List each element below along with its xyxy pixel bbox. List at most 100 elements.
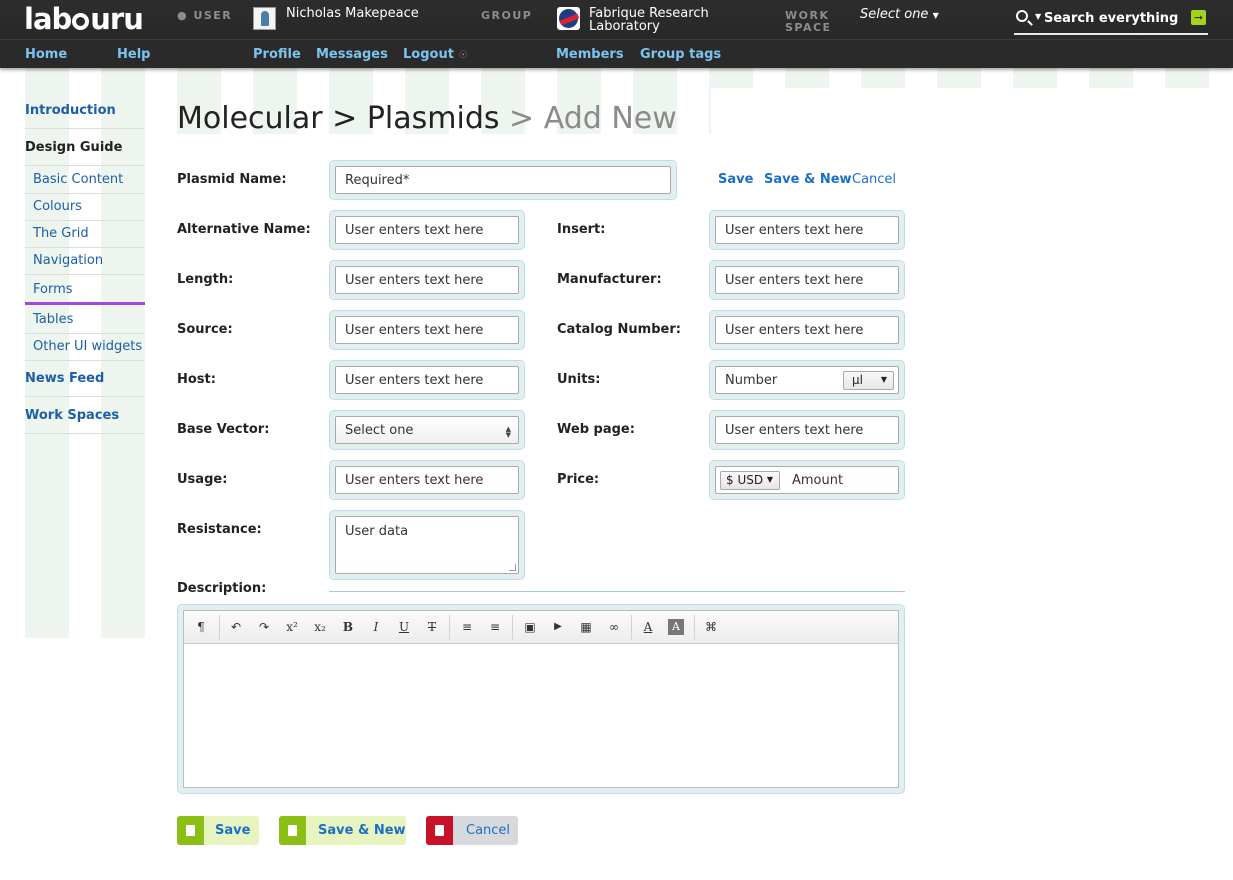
- alternative-name-input[interactable]: User enters text here: [335, 216, 519, 244]
- bold-icon[interactable]: B: [340, 619, 356, 635]
- host-input[interactable]: User enters text here: [335, 366, 519, 394]
- save-new-link[interactable]: Save & New: [764, 172, 852, 187]
- source-input[interactable]: User enters text here: [335, 316, 519, 344]
- bullet-list-icon[interactable]: ≡: [459, 619, 475, 635]
- workspace-select[interactable]: Select one ▼: [860, 7, 939, 22]
- currency-select[interactable]: $ USD ▼: [720, 471, 780, 490]
- cancel-button[interactable]: Cancel: [426, 816, 518, 845]
- alternative-name-frame: User enters text here: [329, 210, 525, 250]
- background-color-icon[interactable]: A: [668, 619, 684, 635]
- top-navigation-bar: lab uru ● USER Nicholas Makepeace GROUP F…: [0, 0, 1233, 68]
- sidebar-item-navigation[interactable]: Navigation: [33, 253, 103, 268]
- user-name[interactable]: Nicholas Makepeace: [286, 6, 419, 21]
- underline-icon[interactable]: U: [396, 619, 412, 635]
- toolbar-separator: [631, 615, 632, 640]
- insert-video-icon[interactable]: ▶: [550, 619, 566, 635]
- rich-text-editor-frame: ¶ ↶ ↷ x² x₂ B I U T ≡ ≡ ▣ ▶ ▦ ∞ A A ⌘: [177, 604, 905, 794]
- nav-group-tags[interactable]: Group tags: [640, 47, 721, 62]
- sidebar-divider: [25, 360, 145, 361]
- numbered-list-icon[interactable]: ≡: [487, 619, 503, 635]
- sidebar-divider: [25, 274, 145, 275]
- sidebar-design-guide[interactable]: Design Guide: [25, 140, 122, 155]
- save-new-button-label: Save & New: [318, 823, 406, 838]
- sidebar-introduction[interactable]: Introduction: [25, 103, 116, 118]
- nav-members[interactable]: Members: [556, 47, 624, 62]
- web-page-input[interactable]: User enters text here: [715, 416, 899, 444]
- save-button-label: Save: [215, 823, 251, 838]
- plasmid-name-input[interactable]: Required*: [335, 166, 671, 194]
- description-label: Description:: [177, 581, 267, 596]
- usage-input[interactable]: User enters text here: [335, 466, 519, 494]
- currency-value: $ USD: [726, 473, 764, 487]
- workspace-select-label: Select one: [860, 7, 929, 22]
- nav-messages[interactable]: Messages: [316, 47, 388, 62]
- description-divider: [329, 591, 905, 592]
- sidebar-item-tables[interactable]: Tables: [33, 312, 73, 327]
- grid-stripe: [937, 68, 981, 88]
- catalog-number-input[interactable]: User enters text here: [715, 316, 899, 344]
- manufacturer-input[interactable]: User enters text here: [715, 266, 899, 294]
- base-vector-select[interactable]: Select one ▲ ▼: [335, 416, 519, 444]
- units-frame: Number µl ▼: [709, 360, 905, 400]
- insert-table-icon[interactable]: ▦: [578, 619, 594, 635]
- insert-link-icon[interactable]: ∞: [606, 619, 622, 635]
- editor-toolbar: ¶ ↶ ↷ x² x₂ B I U T ≡ ≡ ▣ ▶ ▦ ∞ A A ⌘: [184, 611, 898, 644]
- breadcrumb-separator: >: [509, 101, 535, 136]
- user-avatar[interactable]: [253, 7, 276, 30]
- cancel-link[interactable]: Cancel: [852, 172, 896, 187]
- rich-text-editor: ¶ ↶ ↷ x² x₂ B I U T ≡ ≡ ▣ ▶ ▦ ∞ A A ⌘: [183, 610, 899, 788]
- sidebar-news-feed[interactable]: News Feed: [25, 371, 104, 386]
- unit-select[interactable]: µl ▼: [843, 371, 894, 390]
- redo-icon[interactable]: ↷: [256, 619, 272, 635]
- resistance-label: Resistance:: [177, 522, 262, 537]
- resize-handle-icon[interactable]: [509, 564, 516, 571]
- breadcrumb-plasmids[interactable]: Plasmids: [367, 101, 500, 136]
- sidebar-item-the-grid[interactable]: The Grid: [33, 226, 89, 241]
- group-name-line2[interactable]: Laboratory: [589, 19, 660, 34]
- search-options-icon[interactable]: ▼: [1035, 12, 1041, 21]
- sidebar-divider: [25, 193, 145, 194]
- grid-stripe: [709, 68, 753, 88]
- save-new-button[interactable]: Save & New: [279, 816, 406, 845]
- nav-profile[interactable]: Profile: [253, 47, 301, 62]
- search-go-icon[interactable]: ➞: [1191, 10, 1206, 25]
- sidebar-item-forms[interactable]: Forms: [33, 282, 73, 297]
- command-icon[interactable]: ⌘: [703, 619, 719, 635]
- paragraph-format-icon[interactable]: ¶: [193, 619, 209, 635]
- nav-logout[interactable]: Logout ☉: [403, 47, 467, 62]
- resistance-textarea[interactable]: User data: [335, 516, 519, 574]
- insert-image-icon[interactable]: ▣: [522, 619, 538, 635]
- grid-divider: [709, 88, 711, 134]
- search-box[interactable]: ▼ Search everything ➞: [1014, 8, 1208, 35]
- toolbar-separator: [449, 615, 450, 640]
- undo-icon[interactable]: ↶: [228, 619, 244, 635]
- sidebar-item-basic-content[interactable]: Basic Content: [33, 172, 123, 187]
- units-number-input[interactable]: Number µl ▼: [715, 366, 899, 394]
- text-color-icon[interactable]: A: [640, 619, 656, 635]
- labguru-logo[interactable]: lab uru: [24, 2, 144, 36]
- length-input[interactable]: User enters text here: [335, 266, 519, 294]
- insert-frame: User enters text here: [709, 210, 905, 250]
- price-amount-input[interactable]: Amount: [792, 473, 843, 488]
- alternative-name-label: Alternative Name:: [177, 222, 311, 237]
- breadcrumb-molecular[interactable]: Molecular: [177, 101, 323, 136]
- nav-home[interactable]: Home: [25, 47, 67, 62]
- save-button[interactable]: Save: [177, 816, 259, 845]
- sidebar-item-colours[interactable]: Colours: [33, 199, 82, 214]
- sidebar-work-spaces[interactable]: Work Spaces: [25, 408, 119, 423]
- plasmid-name-label: Plasmid Name:: [177, 172, 287, 187]
- strikethrough-icon[interactable]: T: [424, 619, 440, 635]
- sidebar-item-other-ui-widgets[interactable]: Other UI widgets: [33, 339, 142, 354]
- save-link[interactable]: Save: [718, 172, 753, 187]
- editor-content-area[interactable]: [184, 645, 898, 787]
- toolbar-separator: [694, 615, 695, 640]
- group-logo[interactable]: [557, 7, 580, 30]
- superscript-icon[interactable]: x²: [284, 619, 300, 635]
- base-vector-frame: Select one ▲ ▼: [329, 410, 525, 450]
- user-caption-text: USER: [193, 9, 233, 22]
- sidebar-active-indicator: [25, 302, 145, 305]
- subscript-icon[interactable]: x₂: [312, 619, 328, 635]
- insert-input[interactable]: User enters text here: [715, 216, 899, 244]
- italic-icon[interactable]: I: [368, 619, 384, 635]
- nav-help[interactable]: Help: [117, 47, 150, 62]
